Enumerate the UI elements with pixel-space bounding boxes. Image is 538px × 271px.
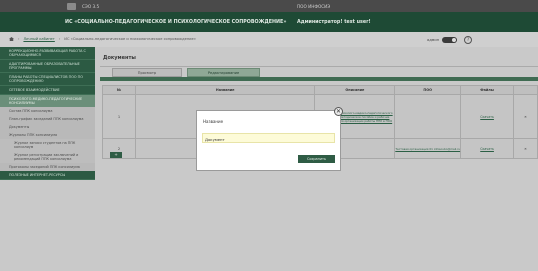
title-bar: ИС «СОЦИАЛЬНО-ПЕДАГОГИЧЕСКОЕ И ПСИХОЛОГИ…	[0, 12, 538, 32]
separator: ›	[18, 37, 20, 41]
sidebar-item[interactable]: Состав ППК консилиума	[0, 107, 95, 115]
row-files-link[interactable]: Скачать	[460, 94, 515, 139]
mode-toggle[interactable]	[442, 37, 458, 43]
edit-name-modal: ✕ Название Документ Сохранить	[196, 107, 343, 171]
help-icon[interactable]: ?	[464, 36, 472, 44]
breadcrumb: › Личный кабинет › ИС «Социально-педагог…	[9, 37, 196, 41]
col-name: Название	[134, 85, 316, 95]
mode-label: админ	[427, 38, 440, 42]
sidebar-item[interactable]: ПЛАНЫ РАБОТЫ СПЕЦИАЛИСТОВ ПОО ПО СОПРОВО…	[0, 73, 95, 86]
col-description: Описание	[314, 85, 396, 95]
breadcrumb-current: ИС «Социально-педагогическое и психологи…	[64, 37, 196, 41]
sidebar-item[interactable]: Журнал регистрации заключений и рекоменд…	[0, 151, 95, 163]
sidebar-item[interactable]: Протоколы заседаний ППК консилиума	[0, 163, 95, 171]
mode-switch: админ	[427, 37, 458, 43]
tab-edit[interactable]: Редактирование	[187, 68, 260, 77]
logo	[67, 2, 76, 10]
sidebar-item[interactable]: ПОЛЕЗНЫЕ ИНТЕРНЕТ-РЕСУРСЫ	[0, 171, 95, 180]
sidebar-item[interactable]: Журналы ППК консилиума	[0, 131, 95, 139]
breadcrumb-cabinet[interactable]: Личный кабинет	[23, 37, 54, 41]
organization-name: ПОО ИНФОСИЭ	[297, 3, 331, 9]
top-bar: СЭО 3.5 ПОО ИНФОСИЭ	[0, 0, 538, 12]
sidebar-item[interactable]: АДАПТИРОВАННЫЕ ОБРАЗОВАТЕЛЬНЫЕ ПРОГРАММЫ	[0, 60, 95, 73]
page-title: Документы	[103, 55, 136, 61]
home-icon[interactable]	[9, 37, 14, 41]
tab-view[interactable]: Просмотр	[112, 68, 182, 77]
save-button[interactable]: Сохранить	[298, 155, 335, 163]
breadcrumb-row: › Личный кабинет › ИС «Социально-педагог…	[0, 32, 538, 47]
row-poo[interactable]: Тестовая организация 01 infosoubo@mail.r…	[394, 138, 462, 159]
sidebar-item[interactable]: План-график заседаний ППК консилиума	[0, 115, 95, 123]
row-files-link[interactable]: Скачать	[460, 138, 515, 159]
tab-underline	[100, 77, 538, 81]
row-poo	[394, 94, 462, 139]
sidebar-item[interactable]: ПСИХОЛОГО-МЕДИКО-ПЕДАГОГИЧЕСКИЕ КОНСИЛИУ…	[0, 95, 95, 107]
row-num: 1	[102, 94, 136, 139]
add-button[interactable]: +	[110, 152, 122, 158]
sidebar-item[interactable]: СЕТЕВОЕ ВЗАИМОДЕЙСТВИЕ	[0, 86, 95, 95]
modal-label: Название	[203, 119, 224, 124]
divider	[100, 66, 538, 67]
sidebar-item[interactable]: КОРРЕКЦИОННО-РАЗВИВАЮЩАЯ РАБОТА С ОБУЧАЮ…	[0, 47, 95, 60]
app-title: ИС «СОЦИАЛЬНО-ПЕДАГОГИЧЕСКОЕ И ПСИХОЛОГИ…	[65, 19, 287, 25]
delete-icon[interactable]: ✕	[513, 94, 538, 139]
col-actions	[513, 85, 538, 95]
delete-icon[interactable]: ✕	[513, 138, 538, 159]
sidebar-item[interactable]: Документы	[0, 123, 95, 131]
system-name: СЭО 3.5	[82, 3, 100, 9]
sidebar-item[interactable]: Журнал записи студентов на ППК консилиум	[0, 139, 95, 151]
table-header-row: № Название Описание ПОО Файлы	[102, 85, 538, 95]
col-num: №	[102, 85, 136, 95]
close-icon[interactable]: ✕	[334, 107, 343, 116]
col-files: Файлы	[460, 85, 515, 95]
separator: ›	[58, 37, 61, 41]
name-field[interactable]: Документ	[202, 133, 335, 143]
user-greeting: Администратор! test user!	[297, 19, 371, 25]
sidebar: КОРРЕКЦИОННО-РАЗВИВАЮЩАЯ РАБОТА С ОБУЧАЮ…	[0, 47, 95, 180]
col-poo: ПОО	[394, 85, 462, 95]
